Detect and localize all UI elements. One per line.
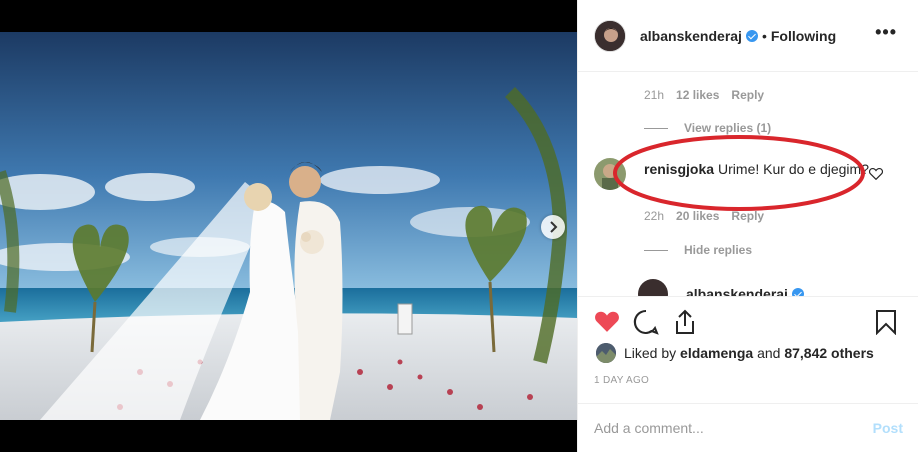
likes-count[interactable]: 87,842 others bbox=[784, 345, 874, 361]
post-header: albanskenderaj • Following ••• bbox=[578, 0, 918, 72]
comment-item: renisgjoka Urime! Kur do e djegim? bbox=[594, 158, 874, 190]
hide-replies-label: Hide replies bbox=[684, 243, 753, 257]
comment-meta: 21h 12 likes Reply bbox=[644, 88, 764, 102]
commenter-username[interactable]: renisgjoka bbox=[644, 161, 714, 177]
comment-text: Urime! Kur do e djegim? bbox=[718, 161, 869, 177]
commenter-avatar[interactable] bbox=[594, 158, 626, 190]
likes-summary: Liked by eldamenga and 87,842 others bbox=[596, 343, 874, 363]
comment-meta: 22h 20 likes Reply bbox=[644, 209, 764, 223]
share-icon[interactable] bbox=[673, 309, 697, 335]
bookmark-icon[interactable] bbox=[875, 309, 897, 335]
reply-button[interactable]: Reply bbox=[731, 88, 764, 102]
comment-time: 21h bbox=[644, 88, 665, 102]
post-side-panel: albanskenderaj • Following ••• 21h 12 li… bbox=[577, 0, 918, 452]
comment-body: renisgjoka Urime! Kur do e djegim? bbox=[644, 160, 874, 190]
comments-list[interactable]: 21h 12 likes Reply View replies (1) reni… bbox=[578, 72, 918, 296]
reply-button[interactable]: Reply bbox=[731, 209, 764, 223]
reply-author-avatar[interactable] bbox=[638, 279, 668, 296]
post-actions: Liked by eldamenga and 87,842 others 1 D… bbox=[578, 296, 918, 452]
divider-line bbox=[644, 127, 668, 129]
photo-pane bbox=[0, 0, 577, 452]
hide-replies-button[interactable]: Hide replies bbox=[644, 243, 752, 257]
more-options-button[interactable]: ••• bbox=[875, 23, 897, 41]
following-button[interactable]: Following bbox=[771, 28, 836, 44]
header-separator: • bbox=[761, 27, 767, 44]
chevron-right-icon bbox=[550, 221, 558, 233]
author-username[interactable]: albanskenderaj bbox=[640, 28, 742, 44]
liker-username[interactable]: eldamenga bbox=[680, 345, 753, 361]
liked-by-prefix: Liked by bbox=[624, 345, 681, 361]
comment-time: 22h bbox=[644, 209, 665, 223]
view-replies-label: View replies (1) bbox=[684, 121, 772, 135]
post-photo[interactable] bbox=[0, 32, 577, 420]
comment-likes[interactable]: 12 likes bbox=[676, 88, 719, 102]
liker-avatar[interactable] bbox=[596, 343, 616, 363]
comment-input[interactable] bbox=[594, 418, 844, 438]
post-timestamp: 1 DAY AGO bbox=[594, 375, 650, 386]
next-photo-button[interactable] bbox=[541, 215, 565, 239]
author-avatar[interactable] bbox=[594, 19, 626, 52]
liked-by-middle: and bbox=[753, 345, 785, 361]
post-comment-button[interactable]: Post bbox=[873, 420, 903, 436]
divider-line bbox=[644, 249, 668, 251]
comment-likes[interactable]: 20 likes bbox=[676, 209, 719, 223]
reply-item: albanskenderaj bbox=[638, 279, 804, 296]
comment-composer: Post bbox=[578, 403, 918, 452]
heart-filled-icon[interactable] bbox=[594, 309, 620, 333]
verified-badge-icon bbox=[745, 29, 758, 42]
view-replies-button[interactable]: View replies (1) bbox=[644, 121, 771, 135]
reply-author-username[interactable]: albanskenderaj bbox=[686, 286, 788, 296]
verified-badge-icon bbox=[791, 288, 804, 296]
comment-icon[interactable] bbox=[633, 309, 659, 335]
like-comment-heart-icon[interactable] bbox=[869, 167, 883, 180]
